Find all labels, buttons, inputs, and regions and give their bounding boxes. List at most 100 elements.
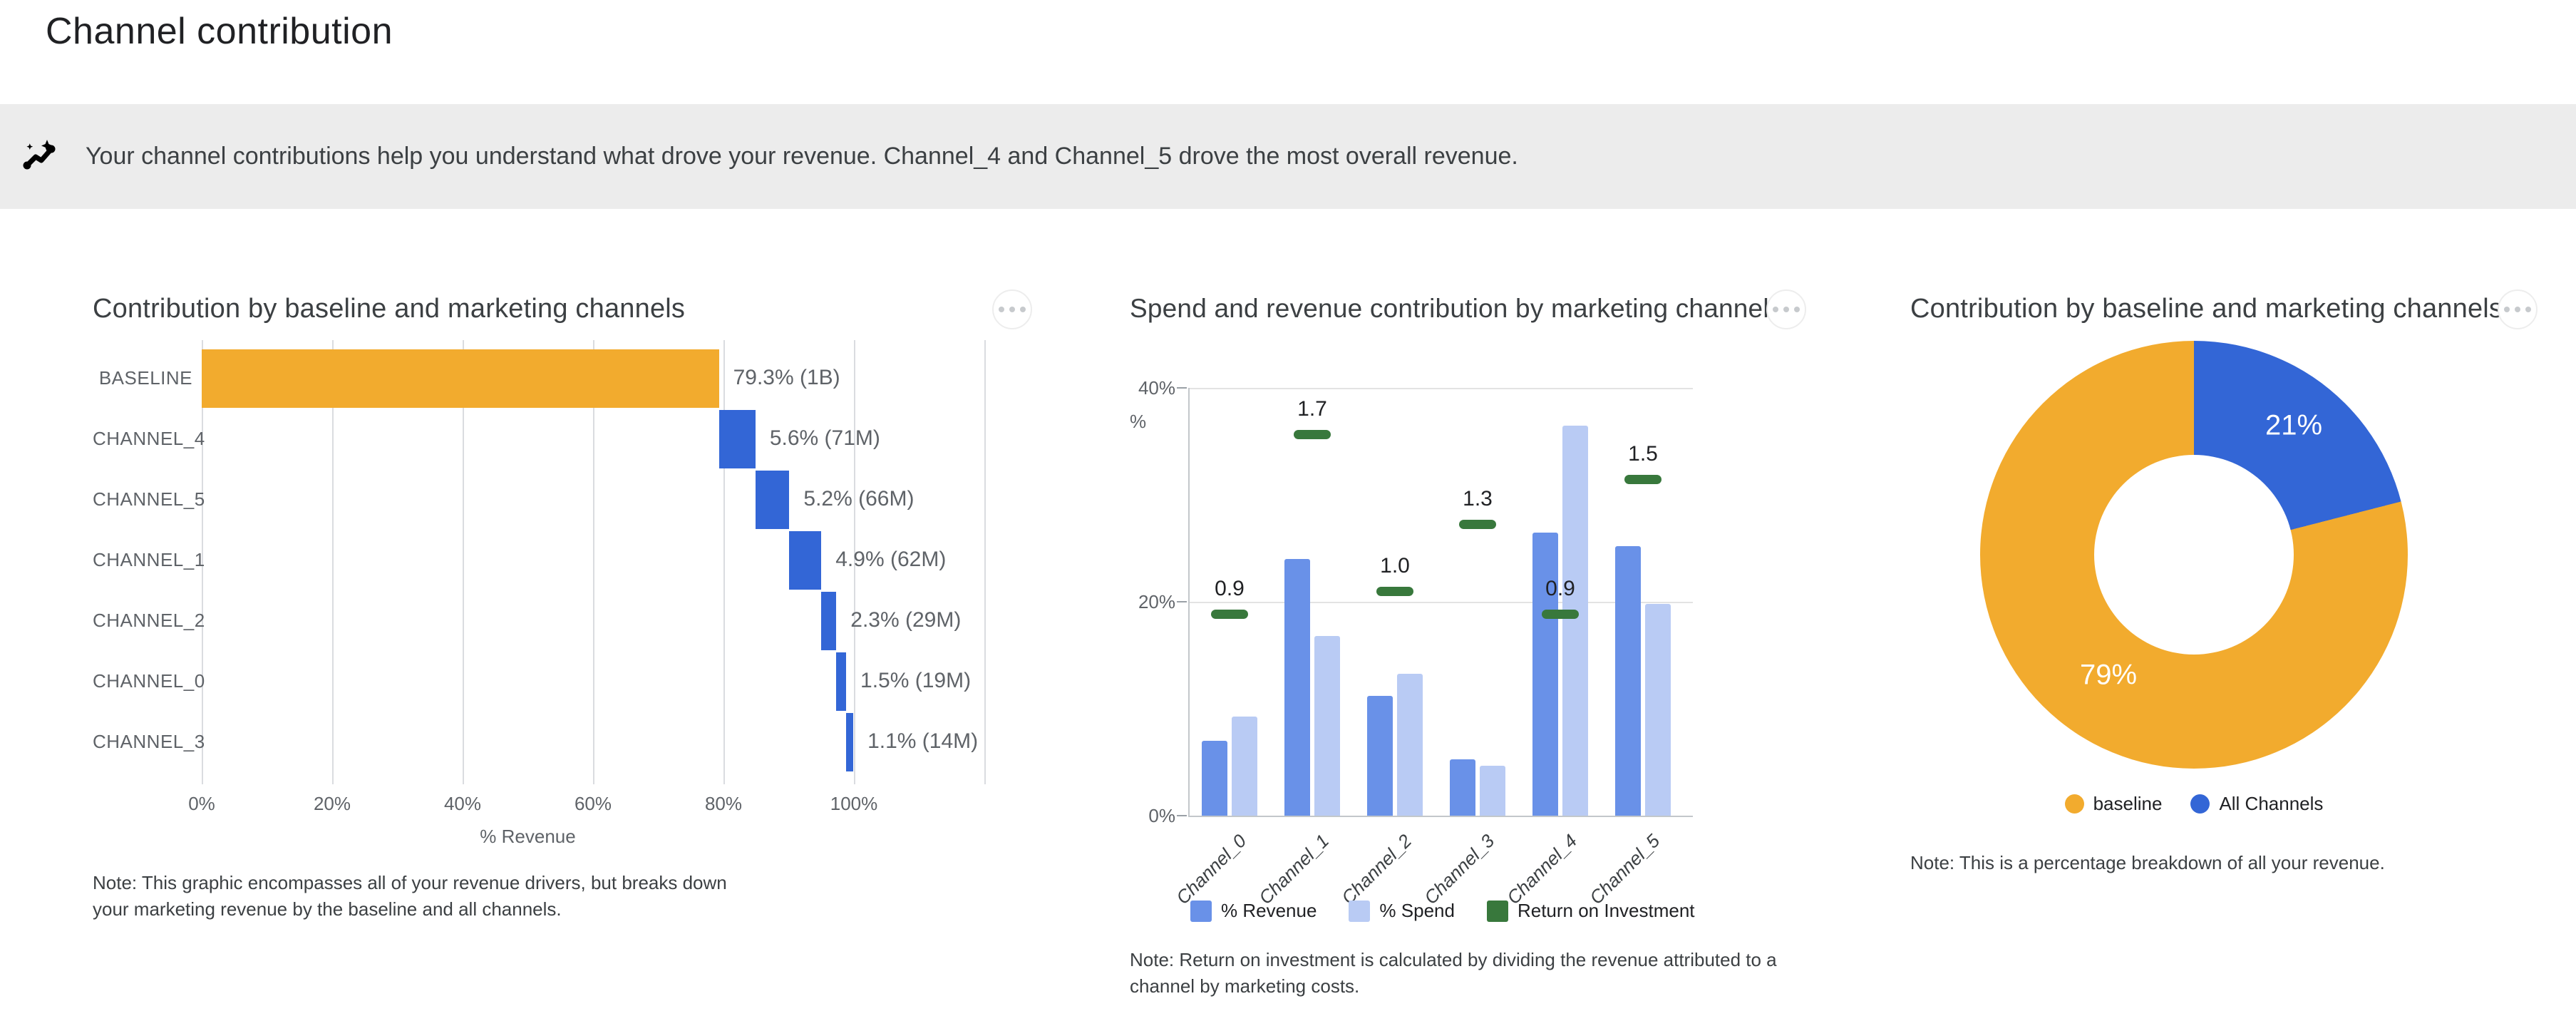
revenue-bar [1367,696,1393,816]
spend-revenue-chart-card: Spend and revenue contribution by market… [1130,285,1864,1012]
y-axis-line [1188,388,1190,816]
legend-label: All Channels [2219,793,2323,815]
insights-icon [21,137,61,177]
bar-channel_5 [756,471,790,529]
roi-marker [1459,520,1496,529]
roi-value-label: 1.0 [1366,554,1423,578]
bar-channel_1 [789,531,821,590]
slice-label-baseline: 79% [2080,660,2137,692]
gridline [723,340,725,784]
y-axis-tick-label: 40% [1098,377,1175,399]
bar-value-label: 1.5% (19M) [860,669,971,693]
spend-bar [1397,674,1423,816]
gridline [984,340,986,784]
donut-chart-card: Contribution by baseline and marketing c… [1910,285,2576,1012]
roi-marker [1211,610,1248,619]
spend-bar [1562,426,1588,816]
menu-dot [2504,307,2510,312]
legend-swatch [1487,901,1508,922]
x-axis-tick-label: 20% [289,793,375,815]
bar-value-label: 5.6% (71M) [770,426,880,451]
legend-item: baseline [2065,793,2163,815]
legend-label: % Revenue [1221,900,1317,922]
roi-marker [1294,430,1331,439]
y-axis-tick [1177,815,1187,816]
insight-text: Your channel contributions help you unde… [86,143,1518,170]
x-axis-line [1188,816,1693,817]
bar-channel_0 [836,652,846,711]
waterfall-chart-card: Contribution by baseline and marketing c… [93,285,1133,984]
legend-label: % Spend [1379,900,1455,922]
roi-value-label: 1.7 [1284,397,1341,421]
donut-note: Note: This is a percentage breakdown of … [1910,850,2566,876]
waterfall-note: Note: This graphic encompasses all of yo… [93,870,734,923]
revenue-bar [1615,546,1641,816]
roi-marker [1542,610,1579,619]
bar-value-label: 1.1% (14M) [867,729,978,754]
legend-swatch [1349,901,1370,922]
bar-value-label: 4.9% (62M) [835,548,946,572]
category-label: CHANNEL_5 [93,488,192,510]
legend-item: % Revenue [1190,900,1317,922]
legend-swatch [1190,901,1212,922]
bar-chart-legend: % Revenue % Spend Return on Investment [1190,900,1695,922]
roi-marker [1624,475,1661,484]
spend-bar [1314,636,1340,816]
legend-label: baseline [2093,793,2163,815]
bar-value-label: 2.3% (29M) [850,608,961,632]
donut-chart [1980,341,2408,769]
roi-value-label: 0.9 [1201,577,1258,601]
bar-value-label: 79.3% (1B) [733,366,840,390]
category-label: CHANNEL_2 [93,610,192,632]
revenue-bar [1450,759,1475,816]
spend-bar [1645,604,1671,816]
donut-hole [2094,455,2294,655]
bar-channel_2 [821,592,836,650]
bar-channel_4 [719,410,756,468]
page-title: Channel contribution [46,10,393,53]
revenue-bar [1284,559,1310,816]
category-label: CHANNEL_1 [93,549,192,571]
donut-legend: baseline All Channels [1980,793,2408,815]
x-axis-title: % Revenue [457,826,599,848]
category-label: CHANNEL_0 [93,670,192,692]
menu-dot [2525,307,2531,312]
bar-value-label: 5.2% (66M) [803,487,914,511]
donut-chart-title: Contribution by baseline and marketing c… [1910,294,2503,324]
channel-contribution-page: Channel contribution Your channel contri… [0,0,2576,1021]
revenue-bar [1532,533,1558,816]
roi-value-label: 0.9 [1532,577,1589,601]
slice-label-all-channels: 21% [2265,410,2322,442]
roi-marker [1376,587,1413,596]
y-axis-tick-label: 0% [1098,805,1175,827]
legend-item: % Spend [1349,900,1455,922]
insight-banner: Your channel contributions help you unde… [0,104,2576,209]
legend-dot [2190,794,2210,814]
legend-dot [2065,794,2084,814]
x-axis-tick-label: 100% [811,793,897,815]
more-options-button[interactable] [2498,289,2538,329]
y-axis-tick [1177,601,1187,602]
legend-item: All Channels [2190,793,2323,815]
menu-dot [2515,307,2520,312]
spend-bar [1480,766,1505,816]
category-label: BASELINE [93,367,192,389]
roi-value-label: 1.3 [1449,487,1506,511]
legend-label: Return on Investment [1518,900,1695,922]
y-axis-tick-label: 20% [1098,591,1175,613]
x-axis-tick-label: 60% [550,793,636,815]
category-label: CHANNEL_4 [93,428,192,450]
spend-revenue-note: Note: Return on investment is calculated… [1130,947,1843,1000]
spend-bar [1232,717,1257,816]
gridline [1188,388,1693,389]
x-axis-tick-label: 80% [681,793,766,815]
revenue-bar [1202,741,1227,816]
x-axis-tick-label: 0% [159,793,244,815]
legend-item: Return on Investment [1487,900,1695,922]
bar-baseline [202,349,719,408]
bar-channel_3 [846,713,853,771]
y-axis-tick [1177,387,1187,389]
x-axis-tick-label: 40% [420,793,505,815]
category-label: CHANNEL_3 [93,731,192,753]
roi-value-label: 1.5 [1614,442,1671,466]
